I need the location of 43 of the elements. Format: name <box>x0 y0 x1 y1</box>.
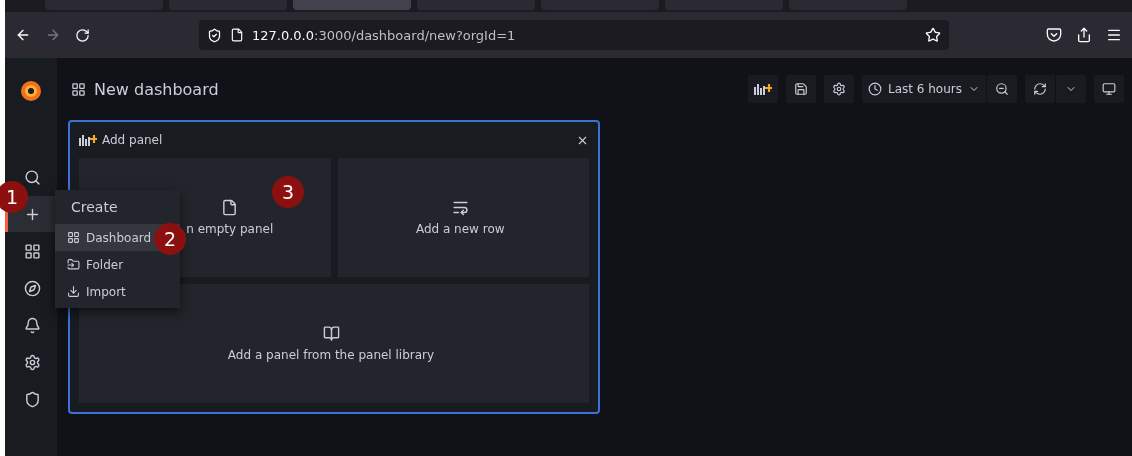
add-panel-option[interactable]: Add a new row <box>337 158 589 277</box>
star-icon[interactable] <box>925 27 941 43</box>
add-panel-icon <box>754 83 772 95</box>
monitor-icon <box>1102 82 1116 96</box>
page-icon <box>230 28 244 42</box>
search-icon <box>24 168 41 186</box>
step-badge: 1 <box>0 181 28 213</box>
folder-icon <box>67 258 80 271</box>
add-panel-icon <box>79 134 97 146</box>
share-icon[interactable] <box>1076 27 1092 43</box>
save-button[interactable] <box>786 75 816 103</box>
time-picker[interactable]: Last 6 hours <box>862 75 986 103</box>
zoom-out-icon <box>995 82 1009 96</box>
add-panel-button[interactable] <box>748 75 778 103</box>
settings-icon <box>832 82 846 96</box>
shield-icon <box>207 27 222 43</box>
shield-icon <box>24 390 41 408</box>
book-icon <box>322 325 340 342</box>
refresh-button[interactable] <box>1025 75 1055 103</box>
pocket-icon[interactable] <box>1046 27 1062 43</box>
save-icon <box>794 82 808 96</box>
grid-icon <box>71 81 86 97</box>
forward-icon[interactable] <box>45 27 61 43</box>
grid-icon <box>67 231 80 244</box>
wrap-icon <box>451 199 469 216</box>
zoom-out-button[interactable] <box>987 75 1017 103</box>
page-title: New dashboard <box>94 79 220 99</box>
back-icon[interactable] <box>15 27 31 43</box>
menu-icon[interactable] <box>1106 27 1122 43</box>
address-bar[interactable]: 127.0.0.0:3000/dashboard/new?orgId=1 <box>199 20 949 50</box>
refresh-icon <box>1033 82 1047 96</box>
logo-icon[interactable] <box>19 79 43 103</box>
settings-icon <box>24 353 41 371</box>
settings-button[interactable] <box>824 75 854 103</box>
bell-icon <box>24 316 41 334</box>
reload-icon[interactable] <box>75 27 90 43</box>
clock-icon <box>868 82 882 96</box>
grid-icon <box>24 242 41 260</box>
download-icon <box>67 285 80 298</box>
card-title: Add panel <box>102 133 164 147</box>
file-icon <box>221 199 239 216</box>
compass-icon <box>24 279 41 297</box>
tv-mode-button[interactable] <box>1094 75 1124 103</box>
